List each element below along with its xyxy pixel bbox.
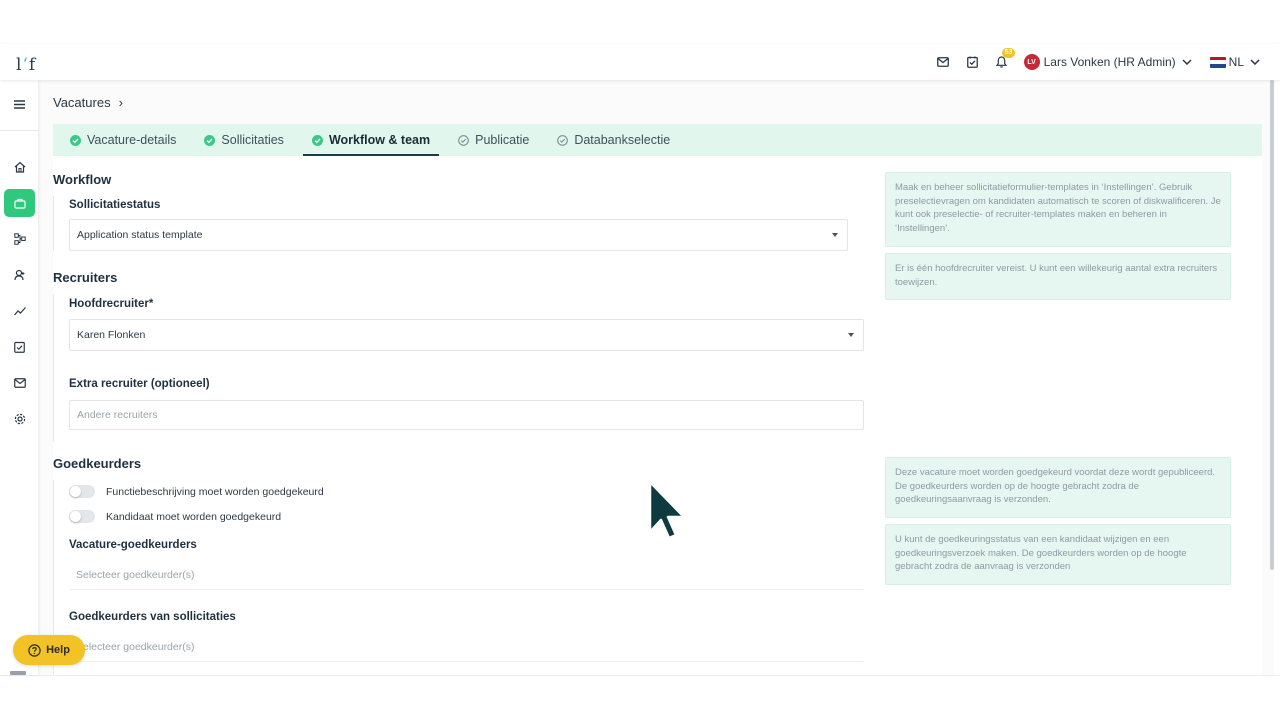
- check-circle-icon: [311, 134, 323, 146]
- info-candidate-approval: U kunt de goedkeuringsstatus van een kan…: [885, 524, 1231, 585]
- label-hoofdrecruiter: Hoofdrecruiter*: [69, 298, 154, 310]
- vacancy-card: Vacature-details Sollicitaties Workflow …: [53, 124, 1262, 675]
- section-rule: [53, 294, 54, 442]
- mouse-cursor-icon: [648, 480, 686, 540]
- tab-label: Databankselectie: [574, 133, 671, 147]
- tab-publicatie[interactable]: Publicatie: [449, 124, 538, 156]
- label-sollicitatiestatus: Sollicitatiestatus: [69, 199, 161, 211]
- language-code: NL: [1228, 55, 1244, 69]
- tab-vacature-details[interactable]: Vacature-details: [61, 124, 185, 156]
- info-vacancy-approval: Deze vacature moet worden goedgekeurd vo…: [885, 457, 1231, 518]
- sidebar-divider: [0, 130, 38, 131]
- input-placeholder: Selecteer goedkeurder(s): [76, 568, 195, 581]
- menu-icon[interactable]: [4, 90, 35, 118]
- toggle-row-candidate: Kandidaat moet worden goedgekeurd: [69, 510, 281, 523]
- check-circle-icon: [204, 134, 216, 146]
- tasks-icon[interactable]: [4, 333, 35, 361]
- tab-sollicitaties[interactable]: Sollicitaties: [195, 124, 293, 156]
- toggle-label: Kandidaat moet worden goedgekeurd: [106, 510, 282, 523]
- analytics-icon[interactable]: [4, 297, 35, 325]
- input-goedkeurders-sollicitaties[interactable]: Selecteer goedkeurder(s): [69, 632, 864, 662]
- select-value: Application status template: [77, 229, 203, 241]
- toggle-row-job: Functiebeschrijving moet worden goedgeke…: [69, 485, 324, 498]
- tab-label: Workflow & team: [328, 133, 431, 147]
- user-menu[interactable]: LV Lars Vonken (HR Admin): [1023, 54, 1192, 70]
- breadcrumb-separator: ›: [118, 95, 123, 110]
- input-extra-recruiter[interactable]: Andere recruiters: [69, 400, 864, 430]
- caret-down-icon: [832, 233, 838, 237]
- input-vacature-goedkeurders[interactable]: Selecteer goedkeurder(s): [69, 560, 864, 590]
- app-logo[interactable]: l‘f: [16, 55, 36, 75]
- toggle-candidate-approval[interactable]: [69, 510, 95, 523]
- section-rule: [53, 196, 54, 251]
- question-circle-icon: [28, 643, 41, 657]
- chevron-down-icon: [1182, 59, 1192, 65]
- label-goedkeurders-sollicitaties: Goedkeurders van sollicitaties: [69, 611, 236, 623]
- tab-databankselectie[interactable]: Databankselectie: [548, 124, 679, 156]
- chevron-down-icon: [1250, 59, 1260, 65]
- main-content: Vacatures › Vacature-details Sollicitati…: [38, 80, 1274, 675]
- info-recruiters: Er is één hoofdrecruiter vereist. U kunt…: [885, 253, 1231, 300]
- toggle-job-approval[interactable]: [69, 485, 95, 498]
- check-circle-icon: [70, 134, 81, 146]
- mail-icon[interactable]: [929, 44, 958, 80]
- notification-badge: 53: [1001, 48, 1016, 58]
- help-label: Help: [46, 644, 70, 656]
- app-root: l‘f 53 LV Lars Vonken (HR Admin) NL Vaca…: [0, 0, 1280, 720]
- caret-down-icon: [848, 333, 854, 337]
- settings-icon[interactable]: [4, 405, 35, 433]
- section-title-goedkeurders: Goedkeurders: [53, 456, 142, 471]
- home-icon[interactable]: [4, 153, 35, 181]
- bottom-strip: [0, 675, 1280, 720]
- language-selector[interactable]: NL: [1209, 55, 1260, 69]
- bell-icon[interactable]: 53: [987, 44, 1016, 80]
- tab-workflow-team[interactable]: Workflow & team: [302, 124, 440, 156]
- candidates-icon[interactable]: [4, 261, 35, 289]
- toggle-label: Functiebeschrijving moet worden goedgeke…: [106, 485, 324, 498]
- select-hoofdrecruiter[interactable]: Karen Flonken: [69, 319, 864, 351]
- help-button[interactable]: Help: [13, 635, 85, 665]
- check-circle-outline-icon: [557, 134, 569, 146]
- user-name: Lars Vonken (HR Admin): [1043, 55, 1176, 69]
- top-actions: 53 LV Lars Vonken (HR Admin) NL: [929, 44, 1260, 80]
- input-placeholder: Andere recruiters: [77, 409, 158, 421]
- select-value: Karen Flonken: [77, 329, 146, 341]
- sidebar: [0, 80, 38, 675]
- tab-label: Sollicitaties: [221, 133, 284, 147]
- breadcrumb-vacatures[interactable]: Vacatures: [53, 95, 111, 110]
- top-bar: l‘f 53 LV Lars Vonken (HR Admin) NL: [0, 44, 1280, 80]
- select-sollicitatiestatus[interactable]: Application status template: [69, 219, 848, 251]
- tasks-icon[interactable]: [958, 44, 987, 80]
- label-extra-recruiter: Extra recruiter (optioneel): [69, 378, 210, 390]
- bottom-handle[interactable]: [10, 671, 26, 675]
- scrollbar[interactable]: [1270, 80, 1274, 570]
- mail-icon[interactable]: [4, 369, 35, 397]
- briefcase-icon[interactable]: [4, 189, 35, 217]
- step-tabs: Vacature-details Sollicitaties Workflow …: [53, 124, 1262, 156]
- input-placeholder: Selecteer goedkeurder(s): [76, 640, 195, 653]
- section-title-workflow: Workflow: [53, 172, 112, 187]
- label-vacature-goedkeurders: Vacature-goedkeurders: [69, 539, 197, 551]
- tab-label: Vacature-details: [87, 133, 177, 147]
- breadcrumb: Vacatures ›: [53, 95, 123, 110]
- flag-nl-icon: [1209, 56, 1226, 68]
- section-title-recruiters: Recruiters: [53, 270, 118, 285]
- tab-label: Publicatie: [475, 133, 530, 147]
- logo-letter-tail: f: [28, 55, 37, 75]
- check-circle-outline-icon: [458, 134, 469, 146]
- workflow-icon[interactable]: [4, 225, 35, 253]
- avatar: LV: [1023, 54, 1040, 70]
- info-workflow: Maak en beheer sollicitatieformulier-tem…: [885, 172, 1231, 247]
